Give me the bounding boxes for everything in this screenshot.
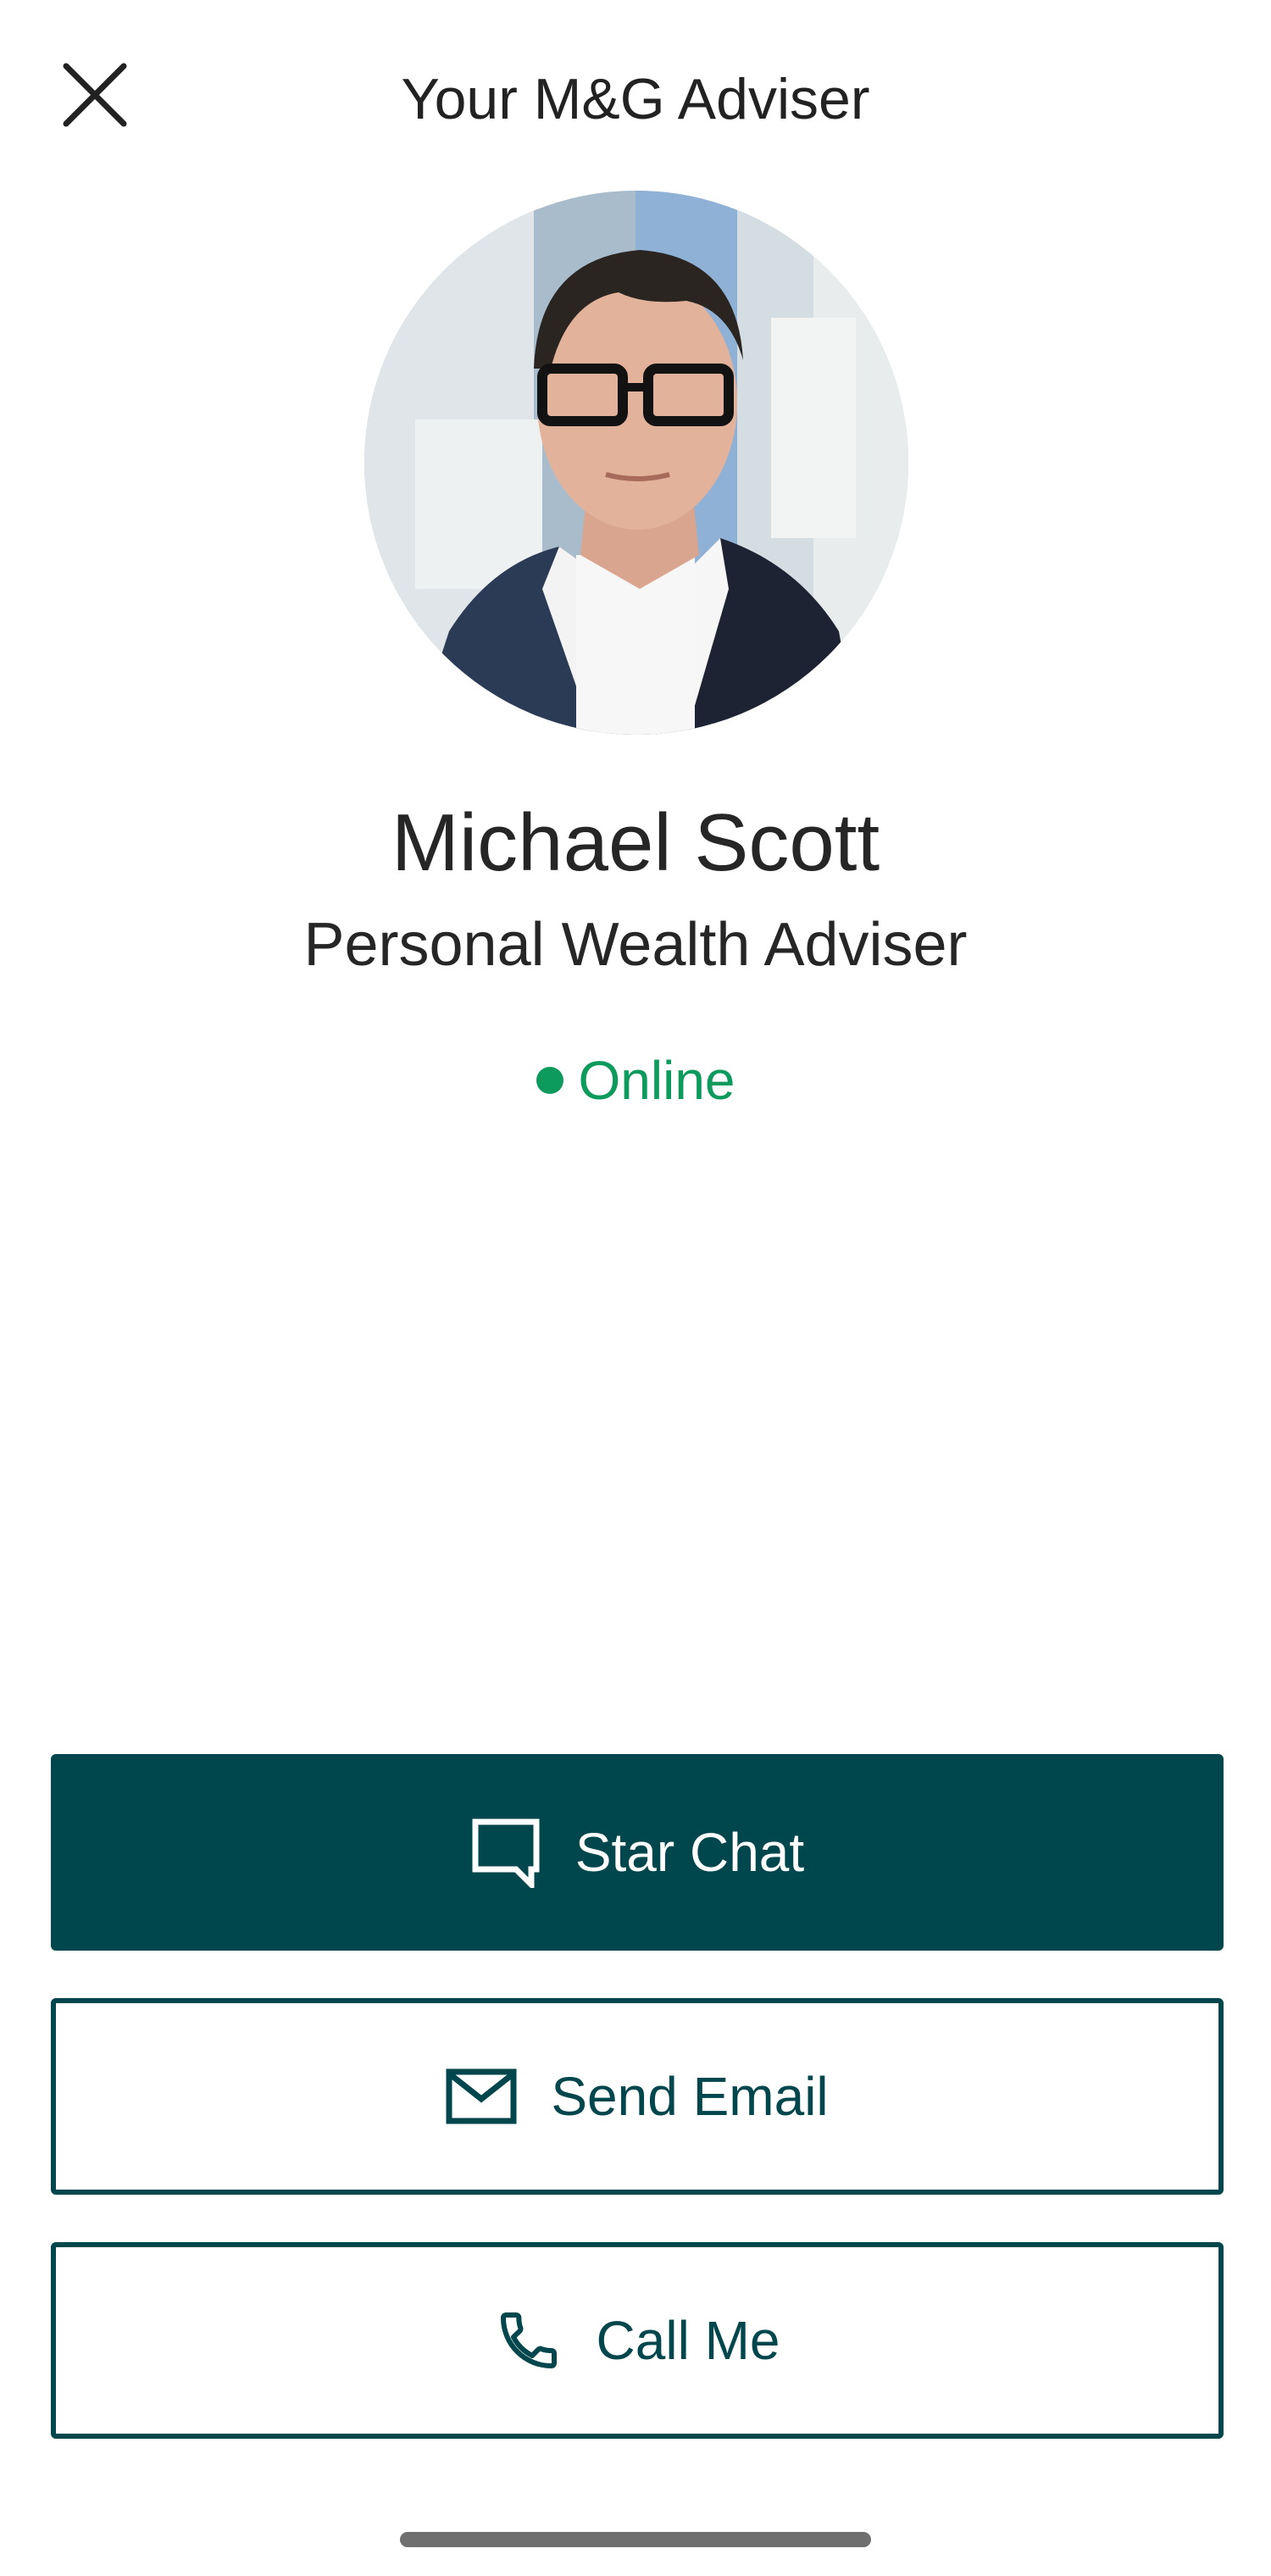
send-email-label: Send Email <box>551 2066 829 2127</box>
adviser-role: Personal Wealth Adviser <box>303 911 968 979</box>
start-chat-button[interactable]: Star Chat <box>51 1754 1224 1951</box>
home-indicator[interactable] <box>400 2532 871 2547</box>
online-dot-icon <box>536 1067 563 1094</box>
send-email-button[interactable]: Send Email <box>51 1998 1224 2195</box>
call-me-label: Call Me <box>596 2310 780 2371</box>
page-title: Your M&G Adviser <box>401 67 870 131</box>
status-indicator: Online <box>0 1046 1271 1114</box>
start-chat-label: Star Chat <box>574 1822 805 1883</box>
adviser-avatar <box>364 191 908 735</box>
header-bar: Your M&G Adviser <box>0 0 1271 195</box>
call-me-button[interactable]: Call Me <box>51 2242 1224 2439</box>
phone-icon <box>495 2307 563 2374</box>
mail-icon <box>446 2068 517 2124</box>
status-text: Online <box>578 1050 735 1111</box>
adviser-name: Michael Scott <box>391 797 880 888</box>
chat-bubble-icon <box>470 1817 541 1888</box>
